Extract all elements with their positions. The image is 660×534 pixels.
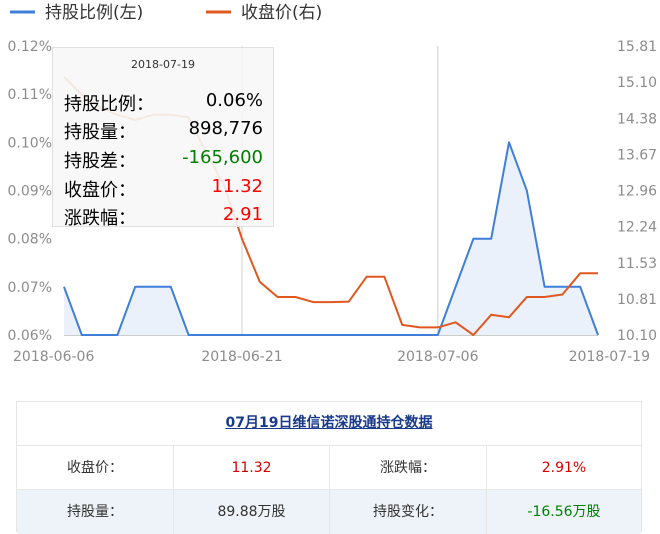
y-right-tick-label: 14.38 [617,111,657,127]
tooltip-row-diff: 持股差： -165,600 [64,147,263,173]
tooltip-label: 持股量： [64,122,136,143]
holding-quantity-label: 持股量： [17,490,174,534]
y-right-tick-label: 12.96 [617,184,657,200]
y-right-tick-label: 12.24 [617,220,657,236]
tooltip-label: 持股比例： [64,94,154,115]
chart-tooltip: 2018-07-19 持股比例： 0.06% 持股量： 898,776 持股差：… [52,47,274,230]
x-tick-label: 2018-06-21 [201,349,282,365]
tooltip-value: 898,776 [188,118,263,139]
tooltip-value: 0.06% [205,90,263,111]
table-row: 收盘价： 11.32 涨跌幅： 2.91% [17,445,641,490]
tooltip-value: -165,600 [182,147,263,168]
close-price-value: 11.32 [174,446,330,490]
legend-label: 收盘价(右) [241,3,322,23]
y-left-tick-label: 0.07% [8,280,52,296]
change-label: 涨跌幅： [330,446,487,490]
y-right-tick-label: 15.81 [617,39,657,55]
y-right-tick-label: 10.10 [617,328,657,344]
tooltip-row-quantity: 持股量： 898,776 [64,118,263,144]
legend-label: 持股比例(左) [45,3,143,23]
tooltip-row-ratio: 持股比例： 0.06% [64,90,263,116]
y-right-tick-label: 13.67 [617,147,657,163]
holding-change-label: 持股变化： [330,490,487,534]
y-left-tick-label: 0.11% [8,87,52,103]
y-left-tick-label: 0.09% [8,184,52,200]
y-right-tick-label: 10.81 [617,292,657,308]
change-value: 2.91% [541,460,587,476]
close-price-label: 收盘价： [17,446,174,490]
y-left-tick-label: 0.06% [8,328,52,344]
table-title-link[interactable]: 07月19日维信诺深股通持仓数据 [17,402,641,445]
y-left-tick-label: 0.08% [8,232,52,248]
table-row: 持股量： 89.88万股 持股变化： -16.56万股 [17,489,641,534]
holding-quantity-value: 89.88万股 [174,490,330,534]
x-tick-label: 2018-06-06 [13,349,94,365]
tooltip-value: 2.91 [222,204,263,225]
tooltip-value: 11.32 [211,176,263,197]
tooltip-date: 2018-07-19 [131,58,195,71]
tooltip-row-close: 收盘价： 11.32 [64,176,263,202]
tooltip-label: 涨跌幅： [64,208,136,229]
holding-data-table: 07月19日维信诺深股通持仓数据 收盘价： 11.32 涨跌幅： 2.91% 持… [16,401,642,534]
y-left-tick-label: 0.12% [8,39,52,55]
tooltip-label: 持股差： [64,151,136,172]
y-right-tick-label: 11.53 [617,256,657,272]
tooltip-label: 收盘价： [64,180,136,201]
holding-change-value: -16.56万股 [527,504,601,520]
x-tick-label: 2018-07-06 [397,349,478,365]
tooltip-row-change: 涨跌幅： 2.91 [64,204,263,230]
y-left-tick-label: 0.10% [8,135,52,151]
y-right-tick-label: 15.10 [617,75,657,91]
x-tick-label: 2018-07-19 [569,349,650,365]
